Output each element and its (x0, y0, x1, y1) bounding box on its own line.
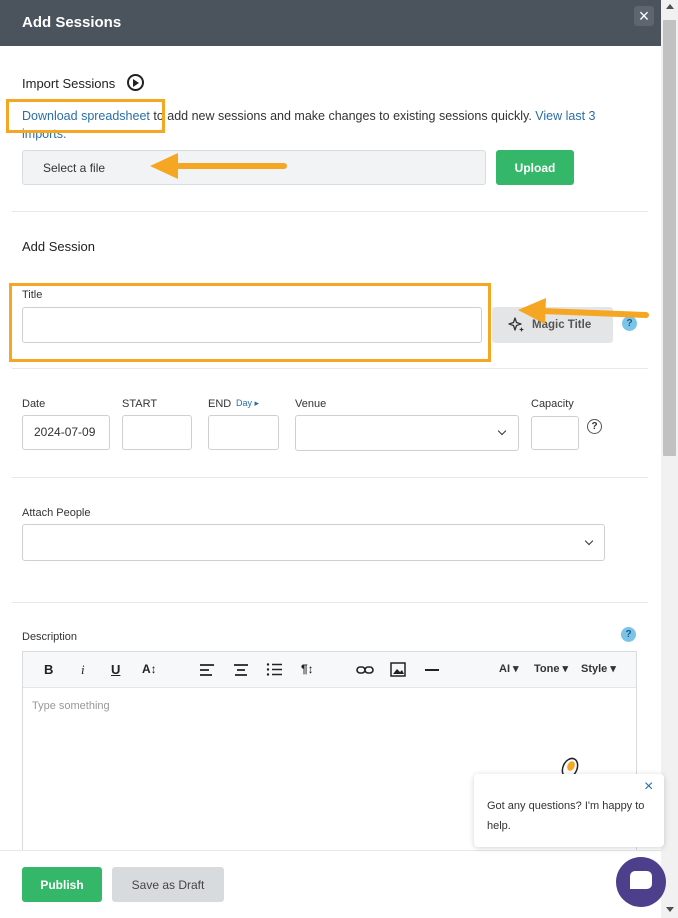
highlight-box (9, 283, 491, 362)
play-icon[interactable] (127, 74, 144, 91)
list-icon[interactable] (266, 662, 283, 677)
attach-people-label: Attach People (22, 507, 91, 519)
import-sessions-title: Import Sessions (22, 76, 116, 91)
day-link-label: Day (236, 398, 253, 408)
capacity-input[interactable] (531, 416, 579, 450)
help-icon[interactable]: ? (621, 627, 636, 642)
close-icon[interactable]: × (634, 6, 654, 26)
start-time-input[interactable] (122, 415, 192, 450)
dialog-header: Add Sessions × (0, 0, 661, 46)
chat-popup: × Got any questions? I'm happy to help. (474, 774, 664, 847)
ai-dropdown-label: AI (499, 663, 510, 675)
add-session-title: Add Session (22, 239, 95, 254)
bold-button[interactable]: B (44, 662, 53, 677)
save-draft-button[interactable]: Save as Draft (112, 867, 224, 902)
venue-select[interactable] (295, 415, 519, 451)
editor-toolbar: B i U A↕ ¶↕ AI ▾ Tone ▾ Style ▾ (23, 652, 636, 688)
import-description-text: to add new sessions and make changes to … (149, 109, 536, 123)
link-icon[interactable] (356, 663, 374, 677)
date-label: Date (22, 398, 46, 410)
align-center-icon[interactable] (233, 663, 249, 677)
paragraph-button[interactable]: ¶↕ (301, 662, 314, 676)
tone-dropdown-label: Tone (534, 663, 560, 675)
tone-dropdown[interactable]: Tone ▾ (534, 662, 568, 675)
chevron-down-icon (584, 536, 594, 546)
scroll-up-icon[interactable] (666, 4, 674, 9)
style-dropdown-label: Style (581, 663, 608, 675)
divider (12, 211, 648, 212)
date-value: 2024-07-09 (34, 425, 96, 439)
description-placeholder: Type something (32, 700, 110, 712)
divider (12, 368, 648, 369)
chat-launcher-button[interactable] (616, 857, 666, 907)
end-time-input[interactable] (208, 415, 279, 450)
venue-label: Venue (295, 398, 327, 410)
italic-button[interactable]: i (81, 662, 85, 678)
annotation-arrow-icon (518, 298, 649, 324)
annotation-arrow-icon (150, 153, 287, 179)
start-label: START (122, 398, 158, 410)
file-select-label: Select a file (43, 161, 106, 175)
image-icon[interactable] (390, 662, 406, 677)
highlight-box (6, 99, 165, 133)
scrollbar-thumb[interactable] (663, 20, 676, 456)
horizontal-rule-icon[interactable] (425, 668, 439, 672)
capacity-label: Capacity (531, 398, 574, 410)
style-dropdown[interactable]: Style ▾ (581, 662, 616, 675)
scroll-down-icon[interactable] (666, 907, 674, 912)
font-size-button[interactable]: A↕ (142, 662, 157, 676)
end-label: END (208, 398, 232, 410)
publish-button[interactable]: Publish (22, 867, 102, 902)
description-label: Description (22, 631, 78, 643)
divider (12, 477, 648, 478)
close-icon[interactable]: × (644, 778, 653, 796)
date-input[interactable]: 2024-07-09 (22, 415, 110, 450)
divider (12, 602, 648, 603)
help-icon[interactable]: ? (587, 419, 602, 434)
underline-button[interactable]: U (111, 662, 120, 677)
attach-people-select[interactable] (22, 524, 605, 561)
align-left-icon[interactable] (199, 663, 215, 677)
dialog-title: Add Sessions (22, 14, 122, 31)
chat-message: Got any questions? I'm happy to help. (487, 800, 645, 832)
chevron-down-icon (497, 426, 507, 436)
upload-button[interactable]: Upload (496, 150, 574, 185)
ai-dropdown[interactable]: AI ▾ (499, 662, 519, 675)
day-toggle-link[interactable]: Day ▸ (236, 398, 259, 409)
